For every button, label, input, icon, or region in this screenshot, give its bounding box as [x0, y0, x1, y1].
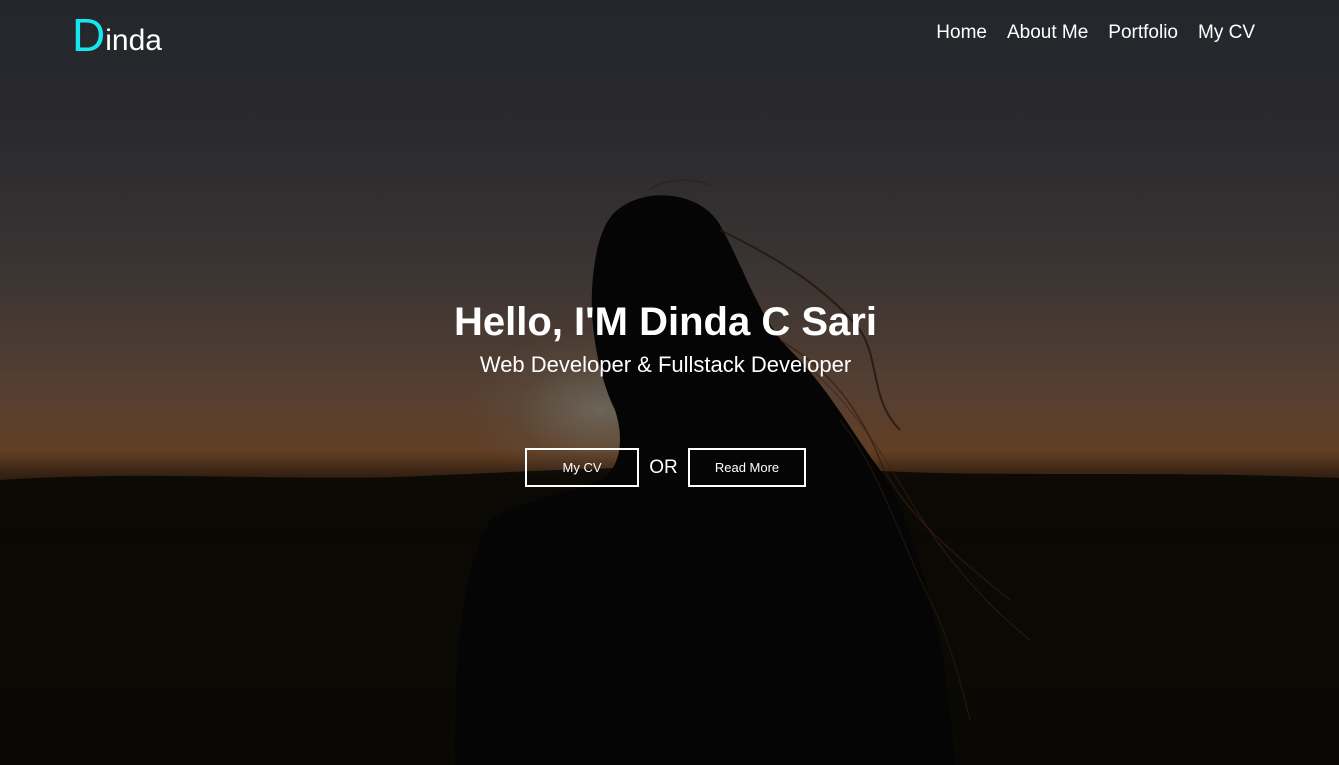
- dark-overlay: [0, 0, 1339, 765]
- brand-logo-rest: inda: [105, 24, 162, 57]
- my-cv-button[interactable]: My CV: [525, 448, 639, 487]
- nav-link-portfolio[interactable]: Portfolio: [1108, 22, 1178, 44]
- hero-content: Hello, I'M Dinda C Sari Web Developer & …: [0, 296, 1331, 380]
- hero-headline: Hello, I'M Dinda C Sari: [454, 300, 877, 344]
- navbar: Dinda Home About Me Portfolio My CV: [0, 0, 1339, 70]
- brand-logo[interactable]: Dinda: [72, 10, 162, 66]
- nav-link-home[interactable]: Home: [936, 22, 987, 44]
- brand-logo-initial: D: [72, 9, 106, 61]
- nav-link-my-cv[interactable]: My CV: [1198, 22, 1255, 44]
- nav-links: Home About Me Portfolio My CV: [936, 22, 1255, 44]
- hero-section: Dinda Home About Me Portfolio My CV Hell…: [0, 0, 1339, 765]
- read-more-button[interactable]: Read More: [688, 448, 806, 487]
- hero-subtitle: Web Developer & Fullstack Developer: [479, 352, 852, 377]
- or-separator: OR: [649, 456, 678, 478]
- nav-link-about-me[interactable]: About Me: [1007, 22, 1088, 44]
- hero-actions: My CV OR Read More: [525, 448, 806, 487]
